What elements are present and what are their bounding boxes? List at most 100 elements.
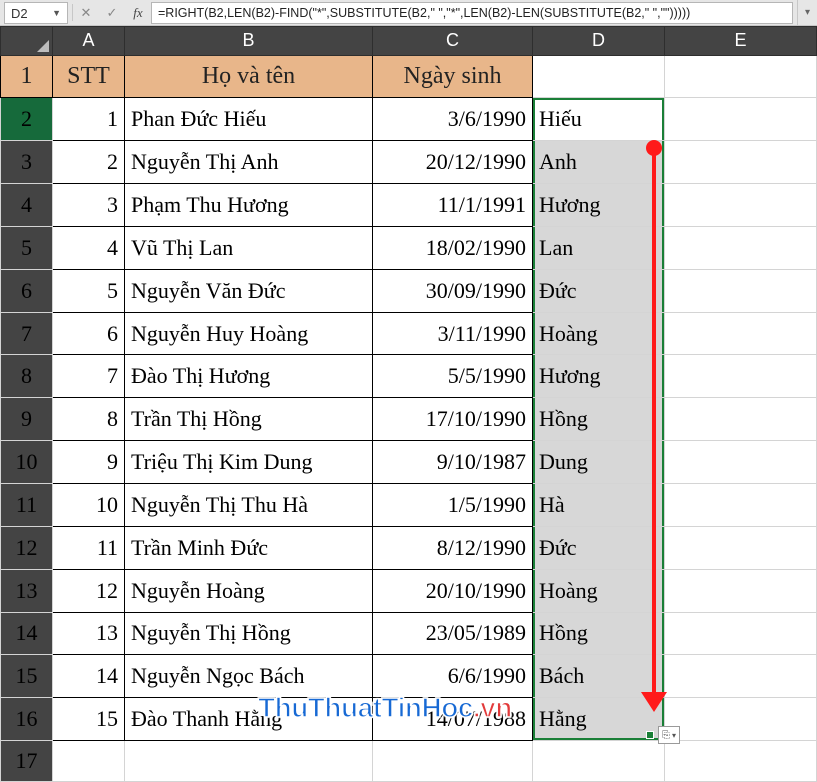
cell[interactable] (665, 355, 817, 398)
cell[interactable]: 1/5/1990 (373, 484, 533, 527)
col-header-D[interactable]: D (533, 27, 665, 56)
cell[interactable] (665, 398, 817, 441)
cell[interactable] (373, 741, 533, 782)
cell[interactable]: 12 (53, 569, 125, 612)
fill-handle[interactable] (646, 731, 654, 739)
cell[interactable]: Bách (533, 655, 665, 698)
row-header[interactable]: 6 (1, 269, 53, 312)
cell[interactable]: Phạm Thu Hương (125, 184, 373, 227)
cell[interactable] (665, 141, 817, 184)
cell[interactable]: 9/10/1987 (373, 441, 533, 484)
cell[interactable] (533, 55, 665, 98)
cell[interactable]: Nguyễn Thị Hồng (125, 612, 373, 655)
cell[interactable]: Đào Thị Hương (125, 355, 373, 398)
cell[interactable]: Triệu Thị Kim Dung (125, 441, 373, 484)
cell[interactable]: 8 (53, 398, 125, 441)
col-header-B[interactable]: B (125, 27, 373, 56)
cell[interactable]: Phan Đức Hiếu (125, 98, 373, 141)
cell[interactable]: 4 (53, 226, 125, 269)
worksheet[interactable]: A B C D E 1 STT Họ và tên Ngày sinh 21Ph… (0, 26, 817, 782)
cell[interactable]: 3/6/1990 (373, 98, 533, 141)
col-header-C[interactable]: C (373, 27, 533, 56)
cell[interactable]: Đức (533, 526, 665, 569)
cell[interactable]: 7 (53, 355, 125, 398)
cell[interactable]: 20/10/1990 (373, 569, 533, 612)
cell[interactable]: 11/1/1991 (373, 184, 533, 227)
cancel-formula-button[interactable]: ✕ (73, 0, 99, 25)
cell[interactable]: Anh (533, 141, 665, 184)
row-header[interactable]: 14 (1, 612, 53, 655)
row-header[interactable]: 8 (1, 355, 53, 398)
cell[interactable] (665, 612, 817, 655)
cell[interactable]: 8/12/1990 (373, 526, 533, 569)
cell[interactable]: 5 (53, 269, 125, 312)
cell[interactable]: Đức (533, 269, 665, 312)
cell[interactable] (665, 526, 817, 569)
cell[interactable] (665, 569, 817, 612)
cell[interactable]: STT (53, 55, 125, 98)
cell[interactable]: Hoàng (533, 312, 665, 355)
row-header[interactable]: 15 (1, 655, 53, 698)
col-header-E[interactable]: E (665, 27, 817, 56)
cell[interactable] (665, 269, 817, 312)
autofill-options-button[interactable]: ⎘ (658, 726, 680, 744)
cell[interactable]: 5/5/1990 (373, 355, 533, 398)
enter-formula-button[interactable]: ✓ (99, 0, 125, 25)
name-box[interactable]: D2 ▼ (4, 2, 68, 24)
cell[interactable]: 23/05/1989 (373, 612, 533, 655)
cell[interactable]: Trần Thị Hồng (125, 398, 373, 441)
cell[interactable]: 2 (53, 141, 125, 184)
cell[interactable]: Nguyễn Văn Đức (125, 269, 373, 312)
insert-function-button[interactable]: fx (125, 0, 151, 25)
select-all-corner[interactable] (1, 27, 53, 56)
cell[interactable]: Nguyễn Hoàng (125, 569, 373, 612)
cell[interactable] (665, 184, 817, 227)
cell[interactable]: 20/12/1990 (373, 141, 533, 184)
cell[interactable] (665, 484, 817, 527)
cell[interactable]: Hồng (533, 398, 665, 441)
row-header[interactable]: 11 (1, 484, 53, 527)
cell[interactable]: Nguyễn Thị Thu Hà (125, 484, 373, 527)
cell[interactable]: 13 (53, 612, 125, 655)
cell[interactable]: 17/10/1990 (373, 398, 533, 441)
row-header[interactable]: 1 (1, 55, 53, 98)
cell[interactable]: 9 (53, 441, 125, 484)
cell[interactable]: 6 (53, 312, 125, 355)
cell[interactable]: Nguyễn Huy Hoàng (125, 312, 373, 355)
cell[interactable]: Dung (533, 441, 665, 484)
cell[interactable] (665, 55, 817, 98)
cell[interactable] (665, 655, 817, 698)
cell[interactable]: Họ và tên (125, 55, 373, 98)
cell[interactable]: Ngày sinh (373, 55, 533, 98)
cell[interactable] (665, 441, 817, 484)
cell[interactable]: 18/02/1990 (373, 226, 533, 269)
cell[interactable]: 11 (53, 526, 125, 569)
cell[interactable]: 30/09/1990 (373, 269, 533, 312)
cell[interactable]: Hằng (533, 698, 665, 741)
cell[interactable]: Trần Minh Đức (125, 526, 373, 569)
row-header[interactable]: 10 (1, 441, 53, 484)
row-header[interactable]: 16 (1, 698, 53, 741)
cell[interactable]: 15 (53, 698, 125, 741)
col-header-A[interactable]: A (53, 27, 125, 56)
cell[interactable]: 3/11/1990 (373, 312, 533, 355)
cell[interactable] (665, 226, 817, 269)
cell[interactable] (533, 741, 665, 782)
row-header[interactable]: 4 (1, 184, 53, 227)
cell[interactable]: Hương (533, 355, 665, 398)
cell[interactable]: Nguyễn Thị Anh (125, 141, 373, 184)
cell[interactable]: Hiếu (533, 98, 665, 141)
formula-input[interactable]: =RIGHT(B2,LEN(B2)-FIND("*",SUBSTITUTE(B2… (151, 2, 793, 24)
cell[interactable]: Vũ Thị Lan (125, 226, 373, 269)
cell[interactable] (53, 741, 125, 782)
chevron-down-icon[interactable]: ▼ (52, 8, 61, 18)
expand-formula-bar-button[interactable]: ▾ (797, 0, 817, 25)
cell[interactable] (125, 741, 373, 782)
cell[interactable]: 14 (53, 655, 125, 698)
cell[interactable]: Lan (533, 226, 665, 269)
cell[interactable]: 3 (53, 184, 125, 227)
row-header[interactable]: 17 (1, 741, 53, 782)
row-header[interactable]: 13 (1, 569, 53, 612)
cell[interactable] (665, 312, 817, 355)
cell[interactable]: 10 (53, 484, 125, 527)
